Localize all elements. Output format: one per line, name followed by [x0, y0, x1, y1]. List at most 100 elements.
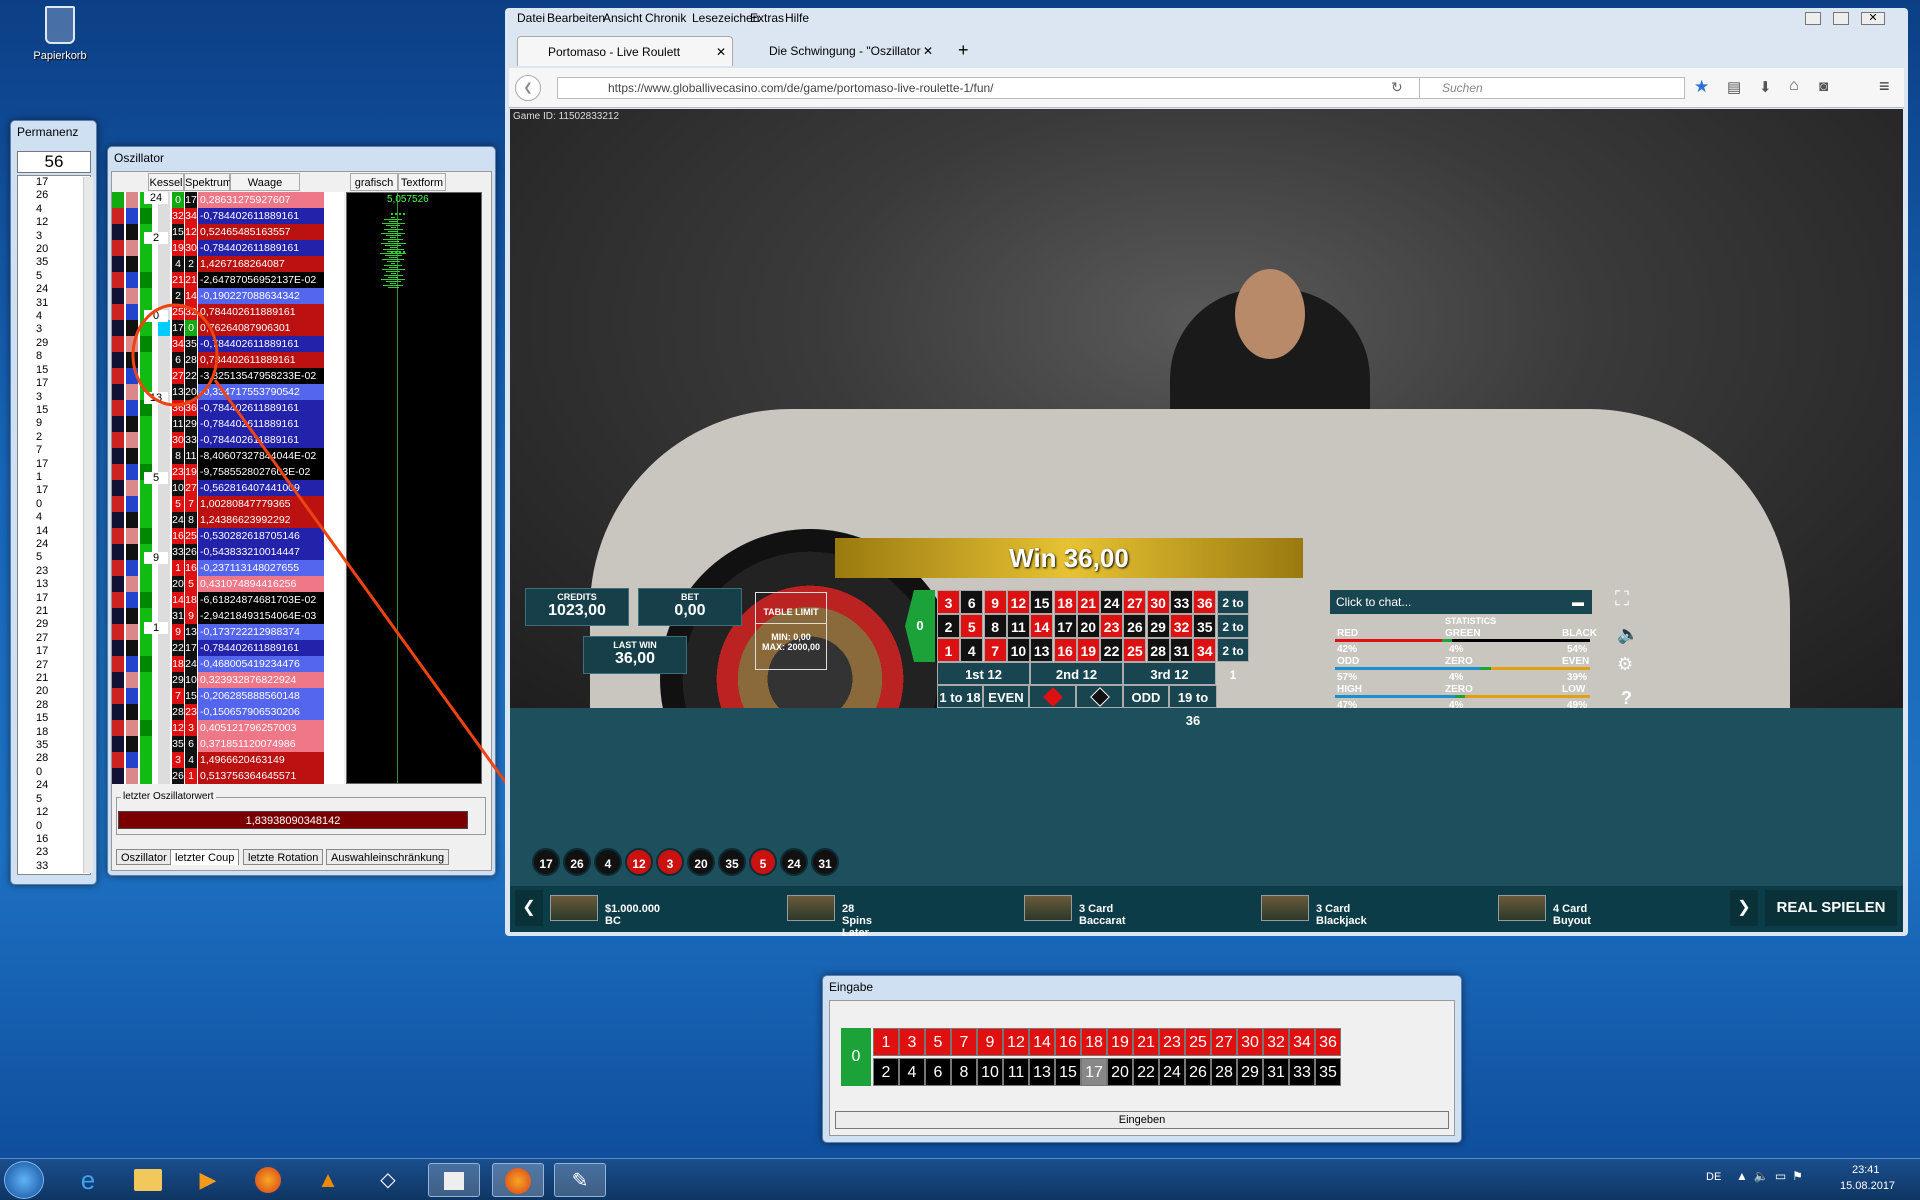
eingabe-number-35[interactable]: 35 [1315, 1058, 1341, 1086]
eingabe-number-34[interactable]: 34 [1289, 1028, 1315, 1056]
bet-cell-34[interactable]: 34 [1193, 638, 1217, 662]
firefox-active-icon[interactable] [492, 1163, 544, 1197]
tab-schwingung[interactable]: Die Schwingung - "Oszillator ✕ [739, 36, 939, 66]
bet-cell-25[interactable]: 25 [1123, 638, 1147, 662]
eingabe-number-29[interactable]: 29 [1237, 1058, 1263, 1086]
eingabe-number-26[interactable]: 26 [1185, 1058, 1211, 1086]
bet-cell-35[interactable]: 35 [1193, 614, 1217, 638]
promo-next-button[interactable]: ❯ [1730, 890, 1758, 926]
firefox-icon[interactable] [242, 1163, 294, 1197]
outside-bet[interactable]: 1 to 18 [937, 685, 983, 708]
promo-thumbnail[interactable] [1498, 895, 1546, 921]
promo-thumbnail[interactable] [1261, 895, 1309, 921]
app-window-icon[interactable] [428, 1163, 480, 1197]
menu-item[interactable]: Chronik [645, 11, 686, 25]
back-button[interactable]: ❮ [515, 75, 541, 101]
eingabe-number-22[interactable]: 22 [1133, 1058, 1159, 1086]
eingabe-number-8[interactable]: 8 [951, 1058, 977, 1086]
bet-cell-26[interactable]: 26 [1123, 614, 1147, 638]
tab-close-icon[interactable]: ✕ [923, 36, 933, 66]
promo-prev-button[interactable]: ❮ [515, 890, 543, 926]
dozen-2[interactable]: 2nd 12 [1030, 662, 1123, 685]
library-icon[interactable]: ▤ [1727, 78, 1741, 96]
bet-cell-1[interactable]: 1 [937, 638, 960, 662]
eingabe-number-9[interactable]: 9 [977, 1028, 1003, 1056]
vlc-icon[interactable]: ▲ [302, 1163, 354, 1197]
eingabe-number-4[interactable]: 4 [899, 1058, 925, 1086]
bet-cell-3[interactable]: 3 [937, 590, 960, 614]
menu-item[interactable]: Bearbeiten [547, 11, 605, 25]
bet-cell-9[interactable]: 9 [983, 590, 1007, 614]
bet-cell-31[interactable]: 31 [1170, 638, 1193, 662]
bet-cell-32[interactable]: 32 [1170, 614, 1193, 638]
fullscreen-icon[interactable]: ⛶ [1615, 588, 1629, 611]
eingabe-number-7[interactable]: 7 [951, 1028, 977, 1056]
clock-time[interactable]: 23:41 [1852, 1164, 1880, 1176]
bet-cell-24[interactable]: 24 [1100, 590, 1124, 614]
paint-icon[interactable]: ✎ [554, 1163, 606, 1197]
eingabe-number-13[interactable]: 13 [1029, 1058, 1055, 1086]
bet-cell-6[interactable]: 6 [960, 590, 984, 614]
eingabe-number-3[interactable]: 3 [899, 1028, 925, 1056]
sound-icon[interactable]: 🔈 [1617, 624, 1639, 645]
bet-cell-10[interactable]: 10 [1006, 638, 1030, 662]
chat-field[interactable]: Click to chat... ▬ [1330, 590, 1592, 614]
eingabe-number-24[interactable]: 24 [1159, 1058, 1185, 1086]
outside-bet[interactable]: EVEN [983, 685, 1029, 708]
bet-cell-20[interactable]: 20 [1076, 614, 1100, 638]
eingabe-number-11[interactable]: 11 [1003, 1058, 1029, 1086]
eingabe-number-12[interactable]: 12 [1003, 1028, 1029, 1056]
promo-thumbnail[interactable] [550, 895, 598, 921]
start-button[interactable] [4, 1161, 44, 1199]
eingabe-number-17[interactable]: 17 [1081, 1058, 1107, 1086]
real-spielen-button[interactable]: REAL SPIELEN [1765, 890, 1897, 926]
eingabe-number-6[interactable]: 6 [925, 1058, 951, 1086]
dozen-3[interactable]: 3rd 12 [1123, 662, 1216, 685]
eingabe-number-36[interactable]: 36 [1315, 1028, 1341, 1056]
hamburger-menu-icon[interactable]: ≡ [1879, 76, 1890, 97]
dozen-1[interactable]: 1st 12 [937, 662, 1030, 685]
minimize-icon[interactable] [1805, 12, 1821, 25]
eingabe-number-30[interactable]: 30 [1237, 1028, 1263, 1056]
menu-item[interactable]: Hilfe [785, 11, 809, 25]
tray-icons[interactable]: ▲🔈▭⚑ [1736, 1169, 1809, 1183]
bet-cell-8[interactable]: 8 [983, 614, 1007, 638]
bet-cell-27[interactable]: 27 [1123, 590, 1147, 614]
maximize-icon[interactable] [1833, 12, 1849, 25]
bet-cell-17[interactable]: 17 [1053, 614, 1077, 638]
bet-cell-18[interactable]: 18 [1053, 590, 1077, 614]
eingabe-number-21[interactable]: 21 [1133, 1028, 1159, 1056]
close-icon[interactable]: ✕ [1861, 12, 1885, 25]
help-icon[interactable]: ? [1621, 688, 1632, 709]
eingabe-number-33[interactable]: 33 [1289, 1058, 1315, 1086]
bet-cell-30[interactable]: 30 [1146, 590, 1170, 614]
eingabe-number-5[interactable]: 5 [925, 1028, 951, 1056]
eingabe-number-23[interactable]: 23 [1159, 1028, 1185, 1056]
bet-cell-28[interactable]: 28 [1146, 638, 1170, 662]
language-indicator[interactable]: DE [1706, 1171, 1721, 1183]
eingabe-zero[interactable]: 0 [841, 1028, 871, 1086]
two-to-one-3[interactable]: 2 to 1 [1217, 638, 1249, 682]
promo-label[interactable]: 3 Card Blackjack [1316, 903, 1367, 927]
bet-cell-11[interactable]: 11 [1006, 614, 1030, 638]
search-input[interactable]: Suchen [1419, 77, 1685, 99]
eingabe-number-28[interactable]: 28 [1211, 1058, 1237, 1086]
eingabe-number-1[interactable]: 1 [873, 1028, 899, 1056]
menu-item[interactable]: Extras [750, 11, 784, 25]
promo-label[interactable]: 28 Spins Later [842, 903, 872, 939]
bet-cell-4[interactable]: 4 [960, 638, 984, 662]
outside-bet[interactable]: 19 to 36 [1169, 685, 1217, 728]
eingabe-number-31[interactable]: 31 [1263, 1058, 1289, 1086]
explorer-icon[interactable] [122, 1163, 174, 1197]
black-bet-diamond[interactable] [1076, 685, 1123, 708]
bet-cell-22[interactable]: 22 [1100, 638, 1124, 662]
promo-label[interactable]: 3 Card Baccarat [1079, 903, 1125, 927]
eingabe-number-2[interactable]: 2 [873, 1058, 899, 1086]
promo-thumbnail[interactable] [1024, 895, 1072, 921]
eingabe-number-16[interactable]: 16 [1055, 1028, 1081, 1056]
bet-cell-15[interactable]: 15 [1030, 590, 1054, 614]
url-field[interactable]: https://www.globallivecasino.com/de/game… [557, 77, 1427, 99]
outside-bet[interactable]: ODD [1123, 685, 1169, 708]
eingabe-number-25[interactable]: 25 [1185, 1028, 1211, 1056]
new-tab-button[interactable]: + [958, 40, 969, 61]
